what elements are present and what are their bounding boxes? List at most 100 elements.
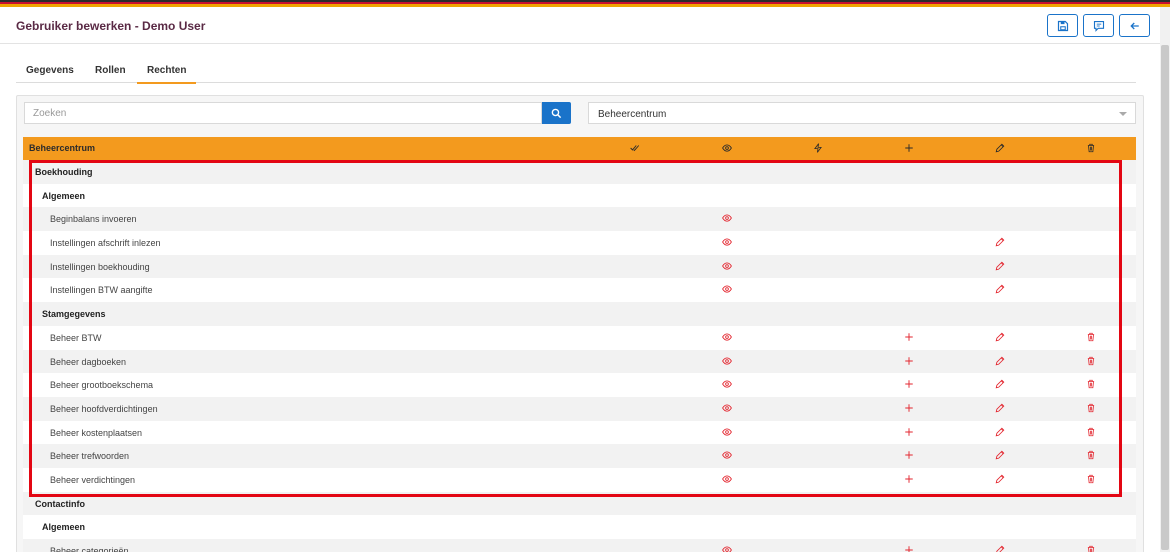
plus-icon[interactable] — [904, 474, 914, 484]
back-button[interactable] — [1119, 14, 1150, 37]
row-label: Beheer trefwoorden — [50, 451, 130, 462]
pencil-icon[interactable] — [995, 284, 1005, 294]
row-label: Beheer dagboeken — [50, 356, 127, 367]
row-label: Beginbalans invoeren — [50, 214, 137, 225]
rights-table: Beheercentrum Boekhouding Algemeen Beginba… — [23, 137, 1136, 552]
trash-icon[interactable] — [1086, 332, 1096, 342]
trash-icon[interactable] — [1086, 143, 1096, 153]
bolt-icon[interactable] — [813, 143, 823, 153]
save-button[interactable] — [1047, 14, 1078, 37]
eye-icon[interactable] — [722, 356, 732, 366]
search-input[interactable] — [24, 102, 542, 124]
pencil-icon[interactable] — [995, 261, 1005, 271]
page-scrollbar[interactable] — [1160, 7, 1170, 552]
pencil-icon[interactable] — [995, 332, 1005, 342]
row-label: Instellingen afschrift inlezen — [50, 238, 161, 249]
page-header: Gebruiker bewerken - Demo User — [0, 7, 1160, 44]
table-row: Beheer trefwoorden — [23, 444, 1136, 468]
table-row: Beheer verdichtingen — [23, 467, 1136, 492]
group-row: Algemeen — [23, 515, 1136, 539]
plus-icon[interactable] — [904, 403, 914, 413]
row-label: Beheer BTW — [50, 332, 102, 343]
save-icon — [1057, 20, 1068, 31]
eye-icon[interactable] — [722, 450, 732, 460]
eye-icon[interactable] — [722, 284, 732, 294]
plus-icon[interactable] — [904, 427, 914, 437]
row-label: Beheer hoofdverdichtingen — [50, 403, 158, 414]
module-select[interactable]: Beheercentrum — [588, 102, 1136, 124]
pencil-icon[interactable] — [995, 474, 1005, 484]
eye-icon[interactable] — [722, 213, 732, 223]
plus-icon[interactable] — [904, 450, 914, 460]
search-icon — [551, 108, 562, 118]
group-row: Stamgegevens — [23, 302, 1136, 326]
module-select-value: Beheercentrum — [598, 109, 667, 120]
trash-icon[interactable] — [1086, 450, 1096, 460]
row-label: Beheer grootboekschema — [50, 380, 154, 391]
eye-icon[interactable] — [722, 474, 732, 484]
pencil-icon[interactable] — [995, 545, 1005, 552]
eye-icon[interactable] — [722, 143, 732, 153]
group-row: Boekhouding — [23, 160, 1136, 184]
search-button[interactable] — [542, 102, 571, 124]
trash-icon[interactable] — [1086, 403, 1096, 413]
pencil-icon[interactable] — [995, 403, 1005, 413]
pencil-icon[interactable] — [995, 237, 1005, 247]
plus-icon[interactable] — [904, 356, 914, 366]
eye-icon[interactable] — [722, 403, 732, 413]
table-row: Beheer kostenplaatsen — [23, 420, 1136, 445]
trash-icon[interactable] — [1086, 356, 1096, 366]
trash-icon[interactable] — [1086, 379, 1096, 389]
group-row: Contactinfo — [23, 491, 1136, 516]
tab-rollen[interactable]: Rollen — [95, 65, 126, 82]
eye-icon[interactable] — [722, 237, 732, 247]
pencil-icon[interactable] — [995, 143, 1005, 153]
pencil-icon[interactable] — [995, 379, 1005, 389]
eye-icon[interactable] — [722, 332, 732, 342]
table-row: Beginbalans invoeren — [23, 207, 1136, 232]
plus-icon[interactable] — [904, 379, 914, 389]
table-header: Beheercentrum — [23, 137, 1136, 160]
eye-icon[interactable] — [722, 261, 732, 271]
trash-icon[interactable] — [1086, 545, 1096, 552]
row-label: Beheer verdichtingen — [50, 474, 136, 485]
table-row: Beheer grootboekschema — [23, 373, 1136, 397]
row-label: Beheer kostenplaatsen — [50, 427, 143, 438]
pencil-icon[interactable] — [995, 450, 1005, 460]
row-label: Algemeen — [42, 522, 86, 533]
double-check-icon[interactable] — [630, 143, 640, 153]
row-label: Instellingen BTW aangifte — [50, 285, 153, 296]
table-row: Instellingen boekhouding — [23, 254, 1136, 279]
row-label: Algemeen — [42, 190, 86, 201]
flag-stripe — [0, 0, 1170, 7]
comment-button[interactable] — [1083, 14, 1114, 37]
tab-rechten[interactable]: Rechten — [137, 65, 197, 84]
tab-gegevens[interactable]: Gegevens — [26, 65, 74, 82]
eye-icon[interactable] — [722, 427, 732, 437]
page-title: Gebruiker bewerken - Demo User — [16, 19, 206, 33]
plus-icon[interactable] — [904, 545, 914, 552]
chevron-down-icon — [1119, 112, 1127, 116]
table-row: Beheer BTW — [23, 325, 1136, 350]
eye-icon[interactable] — [722, 545, 732, 552]
table-row: Beheer hoofdverdichtingen — [23, 396, 1136, 421]
arrow-left-icon — [1129, 22, 1139, 29]
pencil-icon[interactable] — [995, 427, 1005, 437]
eye-icon[interactable] — [722, 379, 732, 389]
row-label: Instellingen boekhouding — [50, 261, 150, 272]
table-header-label: Beheercentrum — [29, 143, 96, 153]
pencil-icon[interactable] — [995, 356, 1005, 366]
scrollbar-thumb[interactable] — [1161, 45, 1169, 550]
table-row: Beheer categorieën — [23, 539, 1136, 552]
plus-icon[interactable] — [904, 143, 914, 153]
row-label: Beheer categorieën — [50, 546, 129, 552]
comment-icon — [1093, 20, 1104, 32]
plus-icon[interactable] — [904, 332, 914, 342]
trash-icon[interactable] — [1086, 427, 1096, 437]
group-row: Algemeen — [23, 183, 1136, 208]
row-label: Stamgegevens — [42, 309, 106, 320]
table-row: Instellingen BTW aangifte — [23, 278, 1136, 303]
trash-icon[interactable] — [1086, 474, 1096, 484]
table-row: Beheer dagboeken — [23, 349, 1136, 374]
row-label: Contactinfo — [35, 498, 85, 509]
